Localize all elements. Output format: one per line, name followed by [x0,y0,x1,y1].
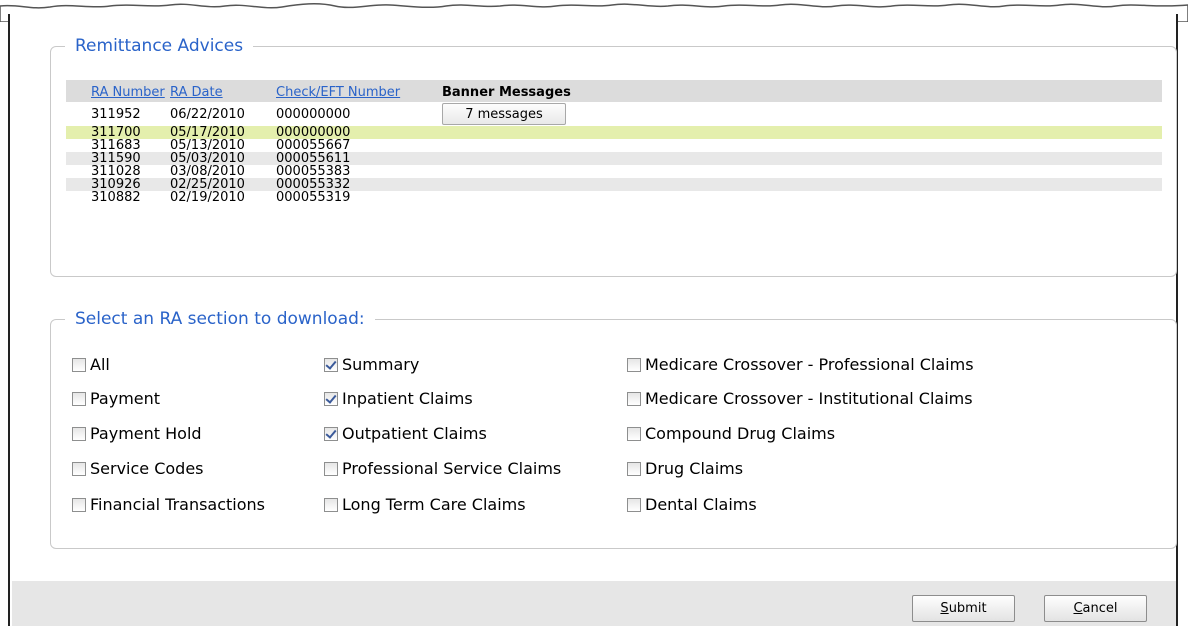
checkbox-payment[interactable]: Payment [72,389,160,408]
checkbox-label: Payment Hold [90,424,202,443]
ra-section-legend: Select an RA section to download: [75,309,365,329]
checkbox-inpatient-claims[interactable]: Inpatient Claims [324,389,473,408]
checkbox-professional-service-claims[interactable]: Professional Service Claims [324,459,561,478]
ra-number-sort-link[interactable]: RA Number [91,85,165,100]
check-eft-cell: 000055319 [276,190,351,205]
checkbox-medicare-crossover-institutional[interactable]: Medicare Crossover - Institutional Claim… [627,389,973,408]
checkbox-summary[interactable]: Summary [324,355,419,374]
checkbox-medicare-crossover-institutional-box[interactable] [627,391,641,406]
checkbox-outpatient-claims-box[interactable] [324,426,338,441]
checkbox-long-term-care-claims-box[interactable] [324,497,338,512]
ra-number-cell: 311952 [91,106,141,122]
checkbox-label: Outpatient Claims [342,424,487,443]
submit-accelerator: S [940,601,949,616]
table-header-row: RA Number RA Date Check/EFT Number Banne… [66,80,1162,102]
checkbox-medicare-crossover-professional[interactable]: Medicare Crossover - Professional Claims [627,355,974,374]
checkbox-payment-box[interactable] [72,391,86,406]
main-panel: Remittance Advices RA Number RA Date Che… [8,14,1178,626]
checkbox-label: Summary [342,355,420,374]
checkbox-financial-transactions-box[interactable] [72,497,86,512]
cancel-button[interactable]: Cancel [1044,595,1147,622]
checkbox-dental-claims[interactable]: Dental Claims [627,495,757,514]
checkbox-service-codes-box[interactable] [72,461,86,476]
checkbox-financial-transactions[interactable]: Financial Transactions [72,495,265,514]
checkbox-label: Medicare Crossover - Professional Claims [645,355,974,374]
checkbox-label: All [90,355,110,374]
checkbox-payment-hold-box[interactable] [72,426,86,441]
checkbox-service-codes[interactable]: Service Codes [72,459,204,478]
check-eft-cell: 000000000 [276,106,351,122]
cancel-accelerator: C [1073,601,1083,616]
checkbox-inpatient-claims-box[interactable] [324,391,338,406]
checkbox-compound-drug-claims-box[interactable] [627,426,641,441]
submit-button[interactable]: Submit [912,595,1015,622]
checkbox-label: Long Term Care Claims [342,495,526,514]
checkbox-label: Compound Drug Claims [645,424,836,443]
cancel-label: ancel [1082,601,1118,616]
remittance-table: RA Number RA Date Check/EFT Number Banne… [66,80,1162,204]
check-eft-sort-link[interactable]: Check/EFT Number [276,85,400,100]
checkbox-label: Payment [90,389,161,408]
checkbox-label: Financial Transactions [90,495,266,514]
checkbox-all-box[interactable] [72,357,86,372]
ra-date-cell: 06/22/2010 [170,106,245,122]
checkbox-outpatient-claims[interactable]: Outpatient Claims [324,424,487,443]
checkbox-label: Inpatient Claims [342,389,473,408]
remittance-advices-legend: Remittance Advices [75,36,244,56]
checkbox-label: Drug Claims [645,459,744,478]
ra-date-cell: 02/19/2010 [170,190,245,205]
checkbox-label: Professional Service Claims [342,459,562,478]
table-row[interactable]: 311952 06/22/2010 000000000 7 messages [66,102,1162,126]
checkbox-drug-claims[interactable]: Drug Claims [627,459,743,478]
checkbox-dental-claims-box[interactable] [627,497,641,512]
checkbox-long-term-care-claims[interactable]: Long Term Care Claims [324,495,526,514]
checkbox-label: Medicare Crossover - Institutional Claim… [645,389,973,408]
banner-messages-button[interactable]: 7 messages [442,103,566,125]
action-bar: Submit Cancel [12,581,1176,626]
checkbox-label: Dental Claims [645,495,757,514]
checkbox-label: Service Codes [90,459,204,478]
checkbox-payment-hold[interactable]: Payment Hold [72,424,202,443]
checkbox-drug-claims-box[interactable] [627,461,641,476]
ra-date-sort-link[interactable]: RA Date [170,85,223,100]
checkbox-summary-box[interactable] [324,357,338,372]
banner-messages-header: Banner Messages [442,84,571,100]
checkbox-compound-drug-claims[interactable]: Compound Drug Claims [627,424,835,443]
checkbox-medicare-crossover-professional-box[interactable] [627,357,641,372]
ra-number-cell: 310882 [91,190,141,205]
table-row[interactable]: 310882 02/19/2010 000055319 [66,191,1162,204]
checkbox-professional-service-claims-box[interactable] [324,461,338,476]
submit-label: ubmit [948,601,987,616]
checkbox-all[interactable]: All [72,355,110,374]
